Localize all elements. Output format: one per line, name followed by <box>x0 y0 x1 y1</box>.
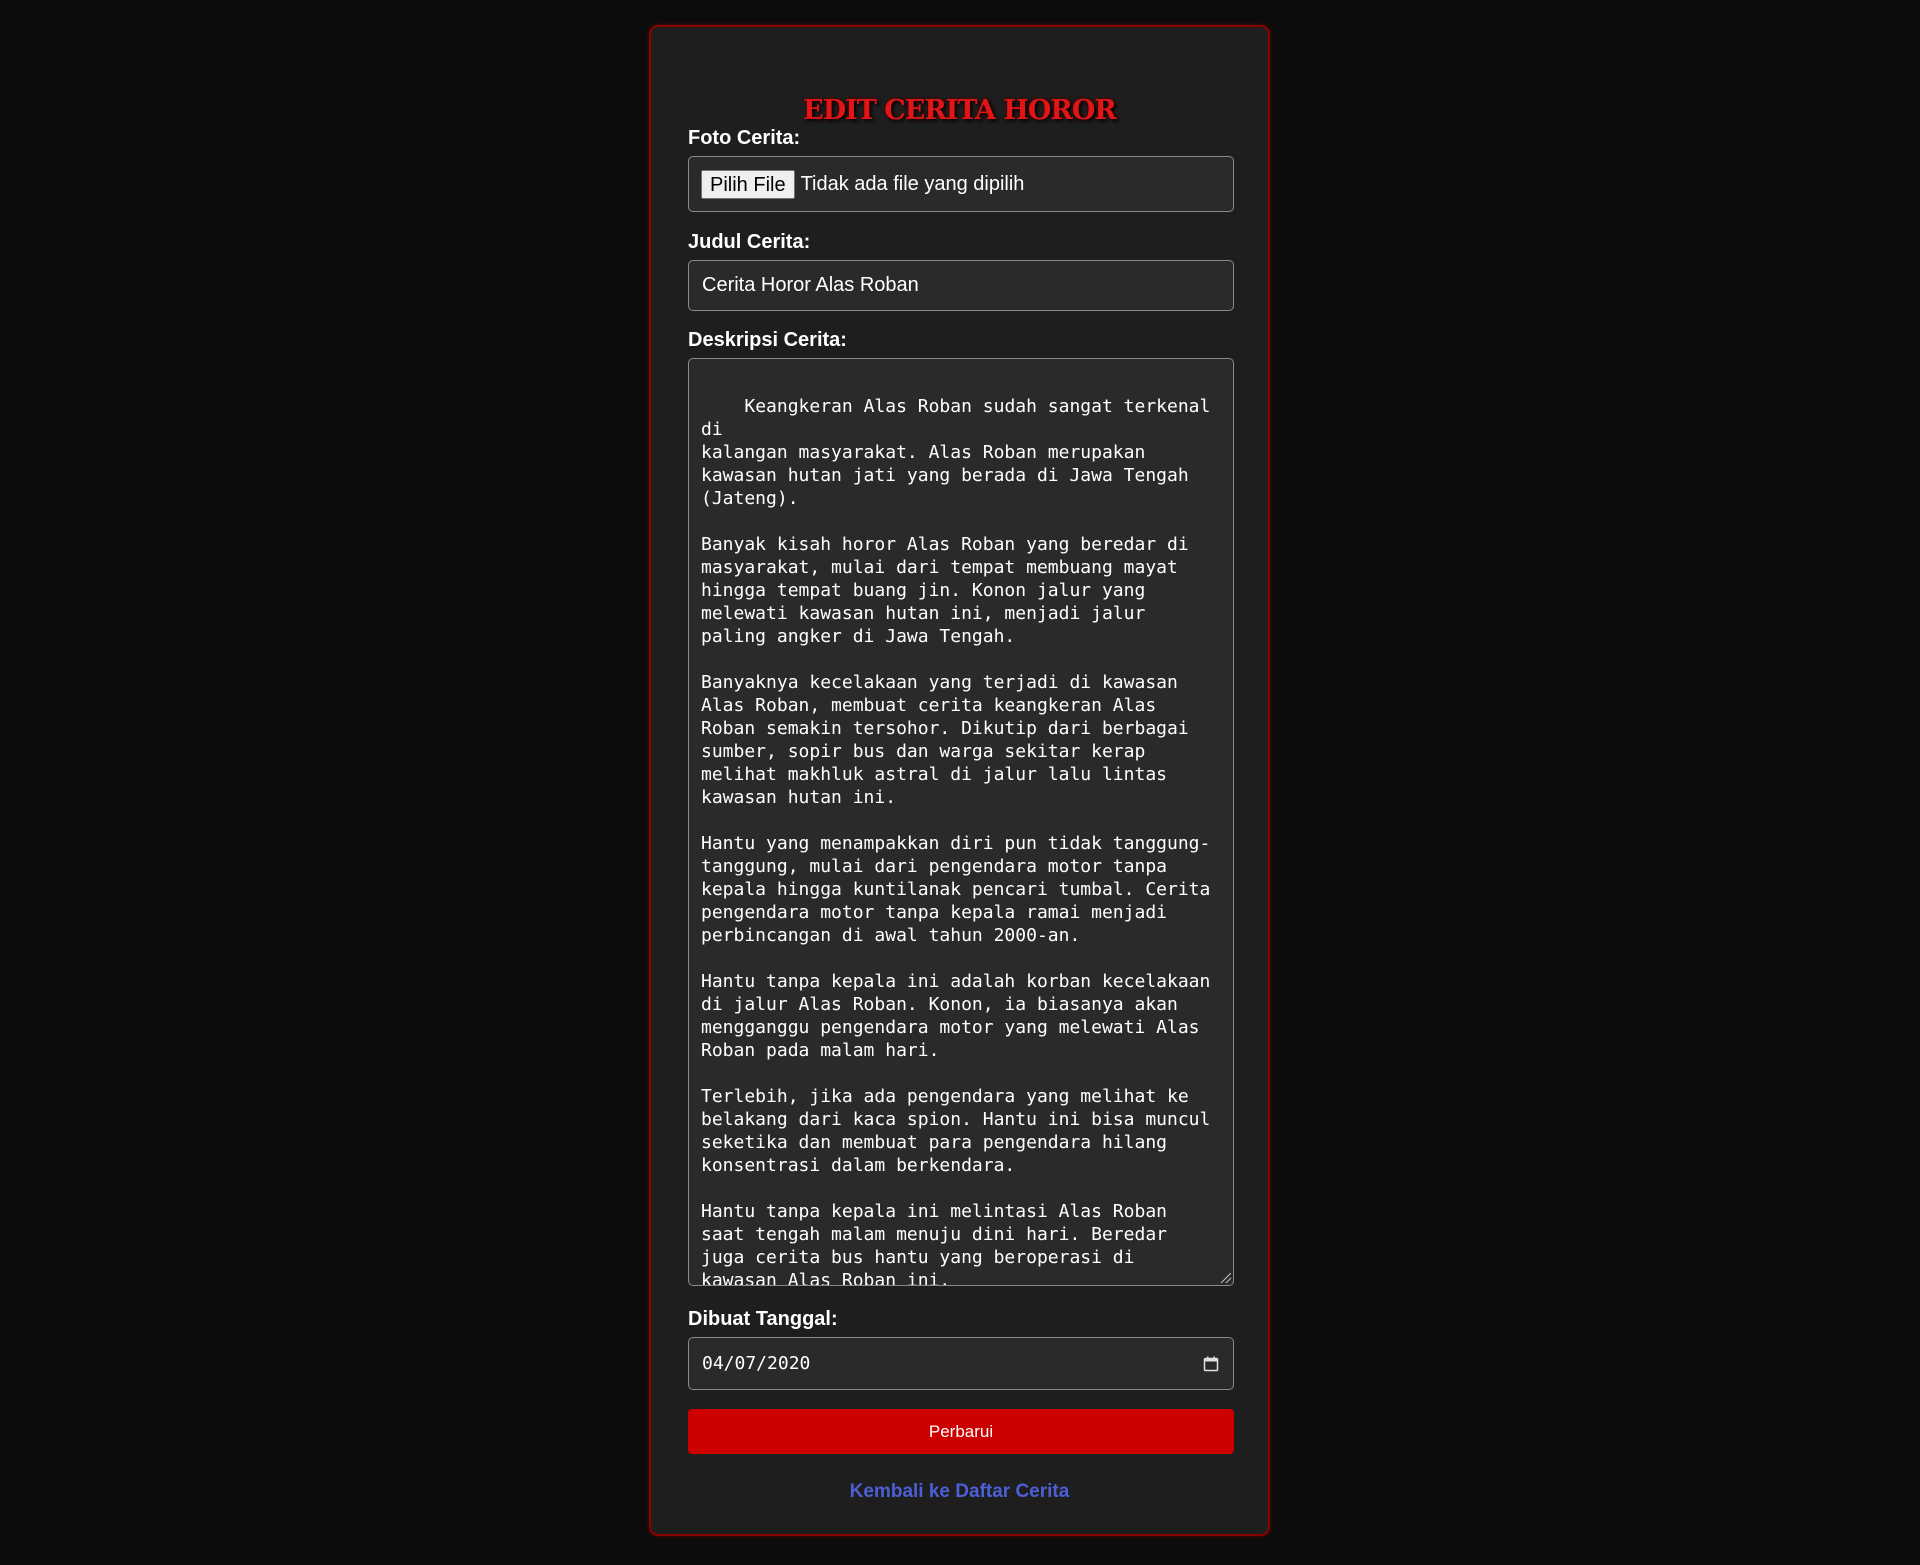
choose-file-button[interactable]: Pilih File <box>701 169 795 199</box>
photo-label: Foto Cerita: <box>688 127 801 149</box>
created-date-label: Dibuat Tanggal: <box>688 1308 838 1330</box>
story-title-label: Judul Cerita: <box>688 231 811 253</box>
file-status-text: Tidak ada file yang dipilih <box>800 172 1025 195</box>
photo-file-input[interactable]: Pilih File Tidak ada file yang dipilih <box>688 156 1234 212</box>
description-label: Deskripsi Cerita: <box>688 329 847 351</box>
story-title-input[interactable]: Cerita Horor Alas Roban <box>688 260 1234 311</box>
description-text: Keangkeran Alas Roban sudah sangat terke… <box>701 396 1211 1286</box>
resize-grip-icon[interactable] <box>1221 1273 1231 1283</box>
created-date-input[interactable]: 04/07/2020 <box>688 1337 1234 1390</box>
page-title: EDIT CERITA HOROR <box>803 95 1117 126</box>
update-button[interactable]: Perbarui <box>688 1409 1234 1454</box>
created-date-value: 04/07/2020 <box>702 1353 811 1374</box>
description-textarea[interactable]: Keangkeran Alas Roban sudah sangat terke… <box>688 358 1234 1286</box>
back-to-list-link[interactable]: Kembali ke Daftar Cerita <box>651 1481 1268 1503</box>
edit-story-card: EDIT CERITA HOROR Foto Cerita: Pilih Fil… <box>649 25 1270 1536</box>
calendar-icon[interactable] <box>1203 1356 1219 1372</box>
